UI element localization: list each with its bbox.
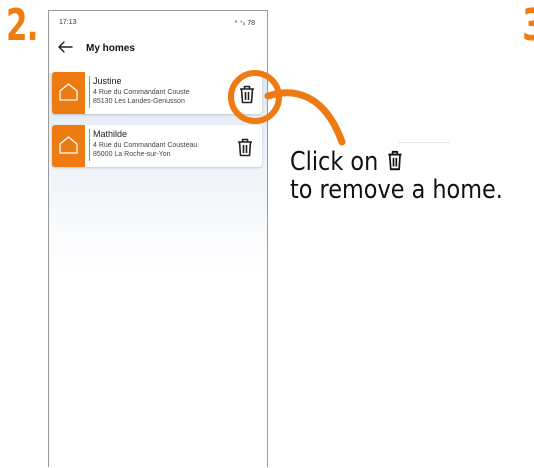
address-line-2: 85130 Les Landes-Genusson bbox=[93, 98, 185, 105]
arrow-left-icon[interactable] bbox=[57, 40, 73, 54]
trash-icon[interactable] bbox=[235, 136, 255, 158]
house-icon bbox=[59, 136, 78, 154]
pointer-curve bbox=[264, 89, 346, 146]
address-line-2: 85000 La Roche-sur-Yon bbox=[93, 151, 171, 158]
house-icon bbox=[59, 83, 78, 101]
instruction-line-1: Click on bbox=[290, 148, 503, 176]
address-line-1: 4 Rue du Commandant Couste bbox=[93, 89, 190, 96]
divider bbox=[398, 142, 450, 143]
instruction-text: Click on to remove a home. bbox=[290, 148, 503, 204]
app-header: My homes bbox=[49, 33, 267, 63]
card-accent-bar bbox=[89, 76, 90, 108]
trash-icon bbox=[388, 150, 402, 171]
instruction-line-2: to remove a home. bbox=[290, 175, 503, 205]
home-address: 4 Rue du Commandant Cousteau 85000 La Ro… bbox=[93, 141, 197, 159]
home-tile bbox=[52, 72, 85, 114]
instruction-click-on: Click on bbox=[290, 147, 379, 177]
status-bar: 17:13 * ⁺ᵢₗ 78 bbox=[49, 11, 267, 33]
home-card-mathilde[interactable]: Mathilde 4 Rue du Commandant Cousteau 85… bbox=[52, 125, 262, 167]
address-line-1: 4 Rue du Commandant Cousteau bbox=[93, 142, 198, 149]
page-title: My homes bbox=[86, 43, 135, 54]
home-tile bbox=[52, 125, 85, 167]
home-name: Justine bbox=[93, 76, 122, 86]
card-accent-bar bbox=[89, 129, 90, 161]
status-time: 17:13 bbox=[59, 19, 77, 26]
next-step-number: 3 bbox=[522, 4, 534, 48]
step-number: 2. bbox=[6, 0, 38, 51]
home-address: 4 Rue du Commandant Couste 85130 Les Lan… bbox=[93, 88, 190, 106]
home-name: Mathilde bbox=[93, 129, 128, 139]
status-icons: * ⁺ᵢₗ 78 bbox=[234, 20, 255, 27]
